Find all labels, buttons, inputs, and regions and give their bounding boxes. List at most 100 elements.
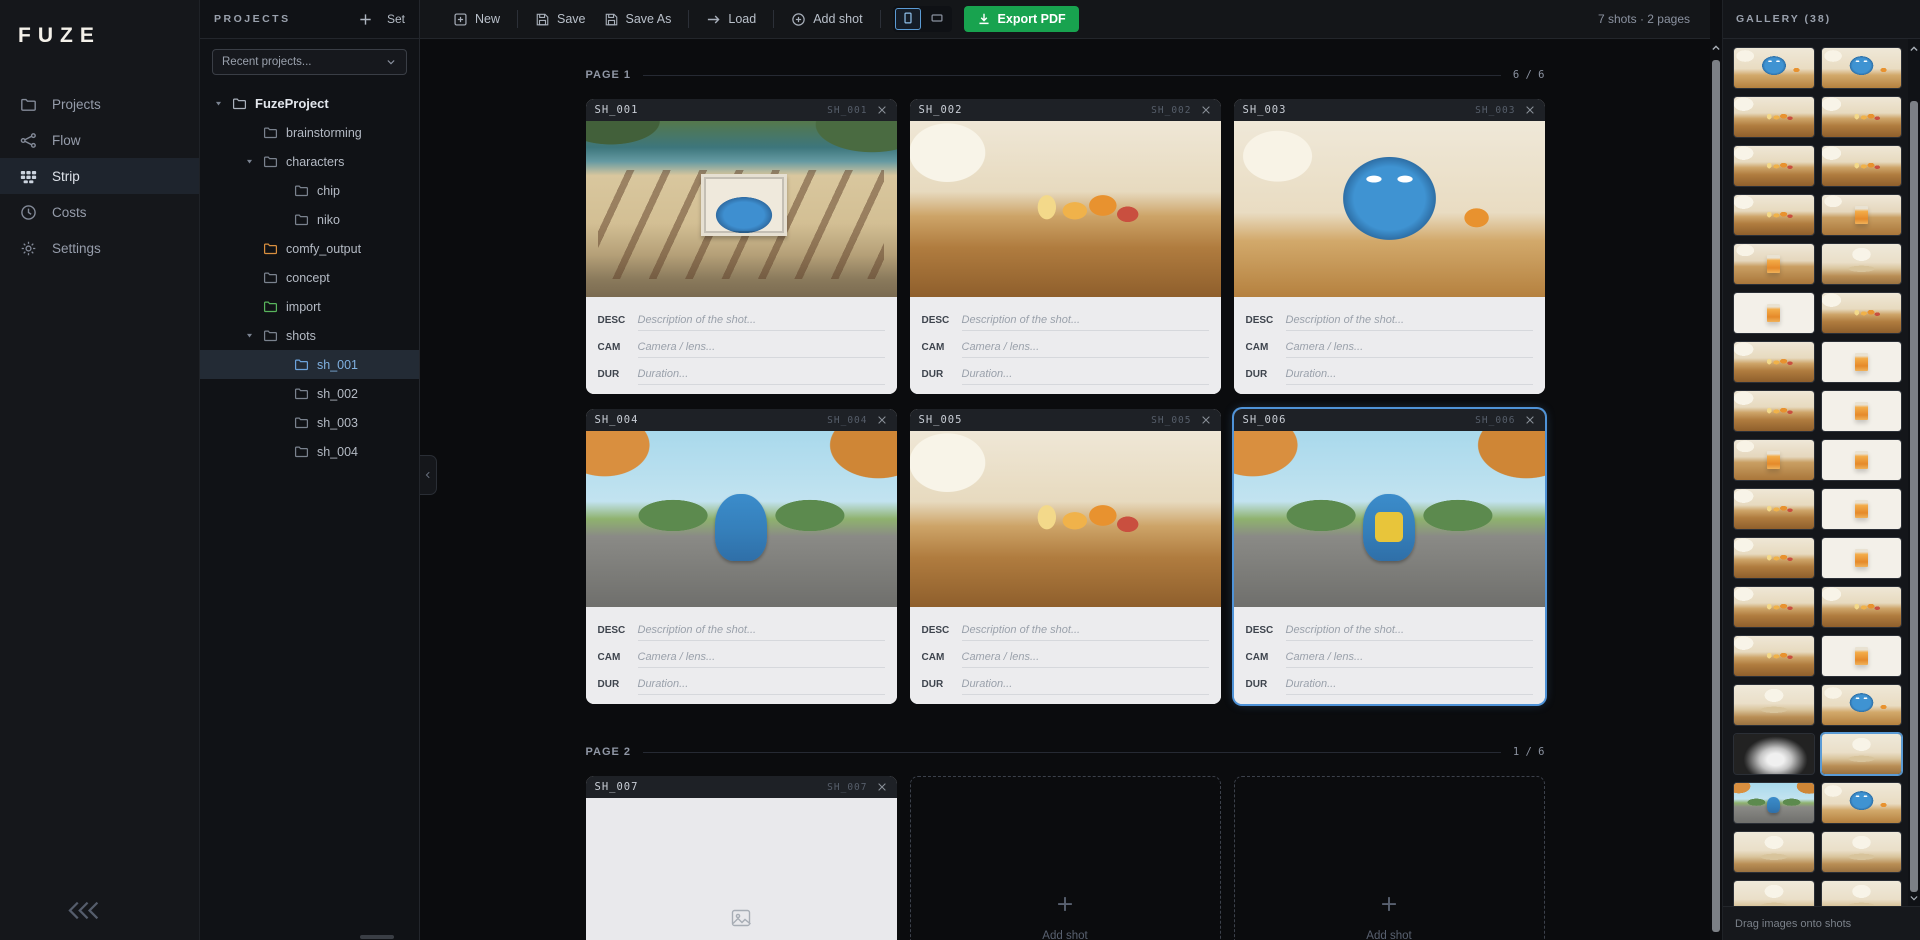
tree-item-chip[interactable]: chip	[200, 176, 419, 205]
tree-item-concept[interactable]: concept	[200, 263, 419, 292]
camera-input[interactable]: Camera / lens...	[638, 341, 885, 358]
set-project-button[interactable]: Set	[387, 12, 405, 26]
tree-item-comfy-output[interactable]: comfy_output	[200, 234, 419, 263]
caret-down-icon[interactable]	[245, 157, 263, 166]
description-input[interactable]: Description of the shot...	[962, 314, 1209, 331]
gallery-thumb-30[interactable]	[1821, 733, 1903, 775]
add-shot-button[interactable]: Add shot	[782, 7, 871, 32]
gallery-thumb-19[interactable]	[1733, 488, 1815, 530]
gallery-thumb-22[interactable]	[1821, 537, 1903, 579]
gallery-scroll-up-button[interactable]	[1908, 43, 1920, 57]
close-icon[interactable]	[1524, 104, 1536, 116]
camera-input[interactable]: Camera / lens...	[1286, 341, 1533, 358]
shot-image[interactable]	[1234, 121, 1545, 297]
gallery-thumb-29[interactable]	[1733, 733, 1815, 775]
gallery-thumb-18[interactable]	[1821, 439, 1903, 481]
collapse-projects-handle[interactable]	[420, 455, 437, 495]
duration-input[interactable]: Duration...	[1286, 678, 1533, 695]
gallery-thumb-28[interactable]	[1821, 684, 1903, 726]
camera-input[interactable]: Camera / lens...	[962, 341, 1209, 358]
tree-item-import[interactable]: import	[200, 292, 419, 321]
recent-projects-select[interactable]: Recent projects...	[212, 49, 407, 75]
gallery-thumb-3[interactable]	[1733, 96, 1815, 138]
gallery-thumb-24[interactable]	[1821, 586, 1903, 628]
shot-image[interactable]	[910, 431, 1221, 607]
gallery-thumb-34[interactable]	[1821, 831, 1903, 873]
duration-input[interactable]: Duration...	[1286, 368, 1533, 385]
add-shot-placeholder[interactable]: Add shot	[910, 776, 1221, 940]
nav-item-settings[interactable]: Settings	[0, 230, 199, 266]
gallery-thumb-26[interactable]	[1821, 635, 1903, 677]
duration-input[interactable]: Duration...	[962, 678, 1209, 695]
save-button[interactable]: Save	[526, 7, 595, 32]
gallery-thumb-33[interactable]	[1733, 831, 1815, 873]
gallery-thumb-7[interactable]	[1733, 194, 1815, 236]
close-icon[interactable]	[876, 781, 888, 793]
landscape-view-toggle[interactable]	[924, 8, 950, 30]
nav-item-projects[interactable]: Projects	[0, 86, 199, 122]
tree-item-brainstorming[interactable]: brainstorming	[200, 118, 419, 147]
close-icon[interactable]	[876, 104, 888, 116]
load-button[interactable]: Load	[697, 7, 765, 32]
tree-item-sh-001[interactable]: sh_001	[200, 350, 419, 379]
gallery-thumb-1[interactable]	[1733, 47, 1815, 89]
gallery-thumb-8[interactable]	[1821, 194, 1903, 236]
caret-down-icon[interactable]	[245, 331, 263, 340]
gallery-thumb-10[interactable]	[1821, 243, 1903, 285]
tree-item-sh-004[interactable]: sh_004	[200, 437, 419, 466]
gallery-thumb-17[interactable]	[1733, 439, 1815, 481]
description-input[interactable]: Description of the shot...	[638, 314, 885, 331]
close-icon[interactable]	[1200, 104, 1212, 116]
gallery-thumb-32[interactable]	[1821, 782, 1903, 824]
camera-input[interactable]: Camera / lens...	[638, 651, 885, 668]
gallery-thumb-9[interactable]	[1733, 243, 1815, 285]
gallery-thumb-27[interactable]	[1733, 684, 1815, 726]
description-input[interactable]: Description of the shot...	[962, 624, 1209, 641]
gallery-thumb-36[interactable]	[1821, 880, 1903, 906]
description-input[interactable]: Description of the shot...	[638, 624, 885, 641]
portrait-view-toggle[interactable]	[895, 8, 921, 30]
gallery-thumb-14[interactable]	[1821, 341, 1903, 383]
gallery-thumb-16[interactable]	[1821, 390, 1903, 432]
gallery-thumb-15[interactable]	[1733, 390, 1815, 432]
nav-item-costs[interactable]: Costs	[0, 194, 199, 230]
gallery-thumb-31[interactable]	[1733, 782, 1815, 824]
gallery-thumb-20[interactable]	[1821, 488, 1903, 530]
gallery-thumb-12[interactable]	[1821, 292, 1903, 334]
shot-card-sh-007[interactable]: SH_007SH_007Drop image or clickDESCDescr…	[586, 776, 897, 940]
add-shot-placeholder[interactable]: Add shot	[1234, 776, 1545, 940]
shot-card-sh-001[interactable]: SH_001SH_001DESCDescription of the shot.…	[586, 99, 897, 394]
projects-horizontal-scrollbar[interactable]	[360, 935, 394, 939]
camera-input[interactable]: Camera / lens...	[962, 651, 1209, 668]
tree-item-niko[interactable]: niko	[200, 205, 419, 234]
nav-item-strip[interactable]: Strip	[0, 158, 199, 194]
strip-scrollbar-thumb[interactable]	[1712, 60, 1720, 932]
tree-item-shots[interactable]: shots	[200, 321, 419, 350]
gallery-thumb-4[interactable]	[1821, 96, 1903, 138]
shot-card-sh-006[interactable]: SH_006SH_006DESCDescription of the shot.…	[1234, 409, 1545, 704]
tree-item-fuzeproject[interactable]: FuzeProject	[200, 89, 419, 118]
gallery-thumb-23[interactable]	[1733, 586, 1815, 628]
gallery-thumb-11[interactable]	[1733, 292, 1815, 334]
gallery-thumb-2[interactable]	[1821, 47, 1903, 89]
collapse-sidebar-button[interactable]	[66, 900, 100, 918]
new-button[interactable]: New	[444, 7, 509, 32]
add-project-button[interactable]	[358, 12, 373, 27]
duration-input[interactable]: Duration...	[638, 368, 885, 385]
shot-drop-zone[interactable]: Drop image or click	[586, 798, 897, 940]
gallery-thumb-25[interactable]	[1733, 635, 1815, 677]
gallery-thumb-5[interactable]	[1733, 145, 1815, 187]
shot-image[interactable]	[586, 121, 897, 297]
shot-card-sh-004[interactable]: SH_004SH_004DESCDescription of the shot.…	[586, 409, 897, 704]
gallery-scrollbar-thumb[interactable]	[1910, 101, 1918, 892]
shot-card-sh-003[interactable]: SH_003SH_003DESCDescription of the shot.…	[1234, 99, 1545, 394]
shot-card-sh-005[interactable]: SH_005SH_005DESCDescription of the shot.…	[910, 409, 1221, 704]
close-icon[interactable]	[1524, 414, 1536, 426]
nav-item-flow[interactable]: Flow	[0, 122, 199, 158]
tree-item-characters[interactable]: characters	[200, 147, 419, 176]
close-icon[interactable]	[876, 414, 888, 426]
shot-image[interactable]	[1234, 431, 1545, 607]
close-icon[interactable]	[1200, 414, 1212, 426]
gallery-thumb-35[interactable]	[1733, 880, 1815, 906]
shot-image[interactable]	[910, 121, 1221, 297]
